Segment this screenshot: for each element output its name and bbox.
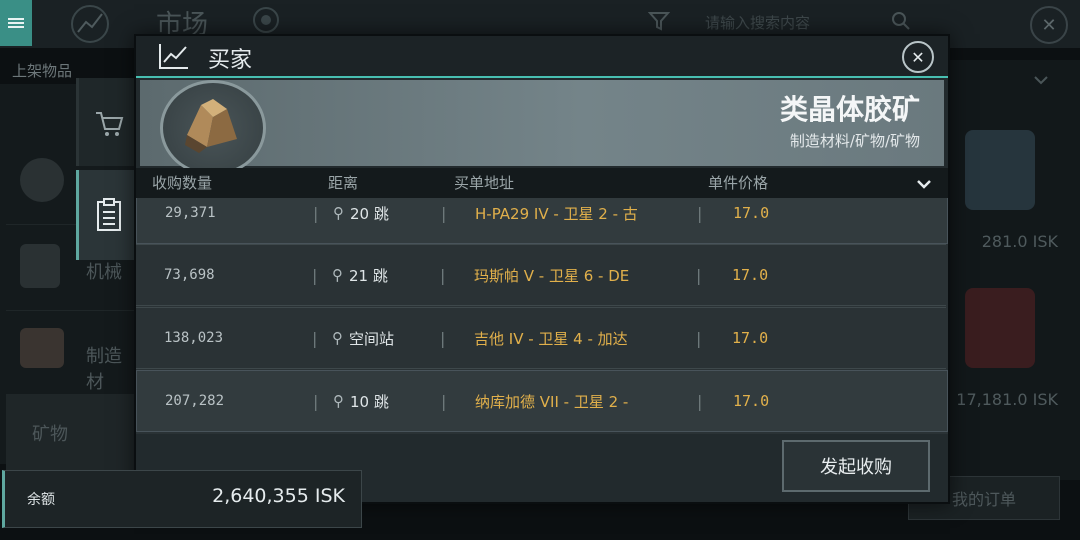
map-pin-icon: ⚲ xyxy=(332,329,343,347)
row-location: 纳库加德 VII - 卫星 2 - xyxy=(475,392,629,411)
row-quantity: 138,023 xyxy=(164,330,224,346)
close-icon[interactable]: ✕ xyxy=(902,41,934,73)
row-quantity: 207,282 xyxy=(165,393,225,409)
ore-icon xyxy=(185,99,237,153)
divider: | xyxy=(697,391,703,411)
row-location: H-PA29 IV - 卫星 2 - 古 xyxy=(475,204,638,223)
category-thumb xyxy=(20,328,64,368)
search-icon[interactable] xyxy=(890,10,912,32)
divider: | xyxy=(441,391,447,411)
item-category: 制造材料/矿物/矿物 xyxy=(789,132,920,150)
filter-icon[interactable] xyxy=(648,10,670,32)
row-distance: ⚲ 21 跳 xyxy=(332,245,388,305)
category-label: 制造材 xyxy=(86,346,122,393)
divider: | xyxy=(440,265,446,285)
row-price: 17.0 xyxy=(732,329,769,347)
cart-icon xyxy=(96,112,124,136)
row-price: 17.0 xyxy=(733,204,770,222)
category-thumb xyxy=(20,244,60,288)
listed-items-label: 上架物品 xyxy=(12,62,73,80)
map-pin-icon: ⚲ xyxy=(333,204,344,222)
category-label: 机械 xyxy=(86,262,122,283)
item-thumb[interactable] xyxy=(965,130,1035,210)
buyer-list: 29,371 | ⚲ 20 跳 | H-PA29 IV - 卫星 2 - 古 | … xyxy=(136,198,948,434)
close-market-icon[interactable]: ✕ xyxy=(1030,6,1068,44)
side-tabs xyxy=(76,78,139,260)
hamburger-icon xyxy=(8,16,24,30)
location-icon[interactable] xyxy=(250,4,282,36)
table-header: 收购数量 距离 买单地址 单件价格 xyxy=(136,168,948,198)
divider: | xyxy=(440,328,446,348)
table-row[interactable]: 29,371 | ⚲ 20 跳 | H-PA29 IV - 卫星 2 - 古 | … xyxy=(136,198,948,244)
category-row[interactable]: 制造材 xyxy=(6,314,136,395)
divider: | xyxy=(312,265,318,285)
divider: | xyxy=(313,391,319,411)
column-price[interactable]: 单件价格 xyxy=(708,172,768,193)
category-row[interactable]: 矿物 xyxy=(6,394,136,475)
row-distance-text: 空间站 xyxy=(349,329,395,348)
row-quantity: 73,698 xyxy=(164,267,215,283)
item-price: 281.0 ISK xyxy=(981,232,1058,251)
divider: | xyxy=(312,328,318,348)
item-name: 类晶体胶矿 xyxy=(779,93,920,126)
right-item-column: 281.0 ISK 17,181.0 ISK xyxy=(945,60,1080,480)
dialog-title: 买家 xyxy=(208,48,253,73)
column-distance[interactable]: 距离 xyxy=(328,172,358,193)
divider: | xyxy=(441,203,447,223)
chart-icon xyxy=(159,44,188,69)
table-row[interactable]: 73,698 | ⚲ 21 跳 | 玛斯帕 V - 卫星 6 - DE | 17.… xyxy=(136,244,946,306)
column-location[interactable]: 买单地址 xyxy=(454,172,514,193)
table-row[interactable]: 138,023 | ⚲ 空间站 | 吉他 IV - 卫星 4 - 加达 | 17.… xyxy=(136,307,946,369)
row-distance: ⚲ 空间站 xyxy=(332,308,394,368)
item-image-ring xyxy=(160,80,266,176)
table-row[interactable]: 207,282 | ⚲ 10 跳 | 纳库加德 VII - 卫星 2 - | 17… xyxy=(136,370,948,432)
divider: | xyxy=(696,328,702,348)
divider: | xyxy=(696,265,702,285)
chevron-down-icon[interactable] xyxy=(914,174,934,194)
divider: | xyxy=(313,203,319,223)
column-quantity[interactable]: 收购数量 xyxy=(152,172,212,193)
row-distance-text: 21 跳 xyxy=(349,266,388,285)
category-label: 矿物 xyxy=(32,424,68,445)
map-pin-icon: ⚲ xyxy=(333,392,344,410)
balance-value: 2,640,355 ISK xyxy=(212,485,345,507)
chevron-down-icon[interactable] xyxy=(1031,70,1051,90)
balance-label: 余额 xyxy=(27,492,55,508)
row-location: 玛斯帕 V - 卫星 6 - DE xyxy=(474,266,630,285)
row-distance-text: 10 跳 xyxy=(350,392,389,411)
divider: | xyxy=(697,203,703,223)
dialog-header: 买家 ✕ xyxy=(136,36,948,78)
menu-button[interactable] xyxy=(0,0,32,46)
search-input[interactable]: 请输入搜索内容 xyxy=(705,12,810,33)
row-price: 17.0 xyxy=(732,266,769,284)
item-thumb[interactable] xyxy=(965,288,1035,368)
map-pin-icon: ⚲ xyxy=(332,266,343,284)
row-distance: ⚲ 20 跳 xyxy=(333,198,389,243)
category-thumb xyxy=(20,158,64,202)
row-distance-text: 20 跳 xyxy=(350,204,389,223)
row-location: 吉他 IV - 卫星 4 - 加达 xyxy=(474,329,628,348)
item-price: 17,181.0 ISK xyxy=(956,390,1058,409)
chart-icon xyxy=(71,5,109,43)
item-banner: 类晶体胶矿 制造材料/矿物/矿物 xyxy=(140,80,944,176)
tab-buy-orders[interactable] xyxy=(76,170,139,260)
row-price: 17.0 xyxy=(733,392,770,410)
balance-panel: 余额 2,640,355 ISK xyxy=(2,470,362,528)
row-quantity: 29,371 xyxy=(165,205,216,221)
place-buy-order-button[interactable]: 发起收购 xyxy=(782,440,930,492)
row-distance: ⚲ 10 跳 xyxy=(333,371,389,431)
buyers-dialog: 买家 ✕ 类晶体胶矿 制造材料/矿物/矿物 收购数量 距离 买单地址 单件价格 … xyxy=(134,34,950,504)
clipboard-icon xyxy=(97,198,121,231)
tab-sell[interactable] xyxy=(76,78,139,166)
